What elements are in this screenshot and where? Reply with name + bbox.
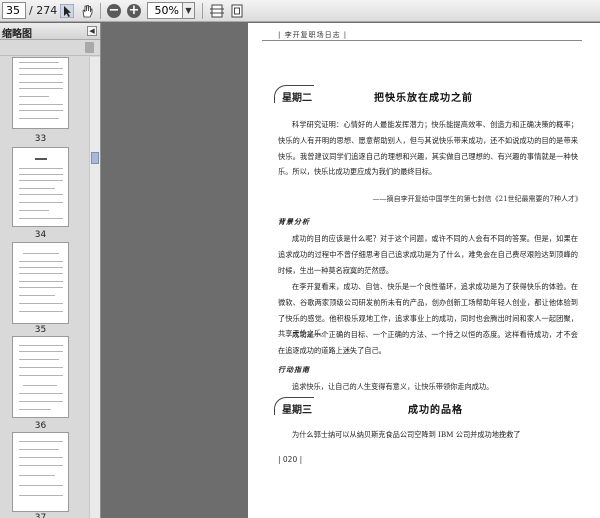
- page-number-input[interactable]: 35: [2, 2, 26, 19]
- running-head: | 李开复职场日志 |: [278, 31, 348, 39]
- sidebar-title: 缩略图: [2, 29, 32, 40]
- background-paragraph: 成功的目的应该是什么呢？对于这个问题，或许不同的人会有不同的答案。但是，如果在追…: [278, 234, 578, 275]
- select-tool-button[interactable]: [58, 2, 76, 20]
- source-quote: ——摘自李开复给中国学生的第七封信《21世纪最需要的7种人才》: [372, 195, 582, 203]
- sidebar-toolbar: [0, 40, 100, 56]
- toolbar-separator: [100, 3, 101, 19]
- thumbnail-label: 37: [34, 513, 47, 518]
- thumbnail-label: 35: [34, 325, 47, 335]
- background-paragraph: 成功是一个正确的目标、一个正确的方法、一个持之以恒的态度。这样看待成功，才不会在…: [278, 330, 578, 355]
- background-heading: 背景分析: [278, 217, 310, 226]
- toolbar: 35 / 274 − + 50% ▼: [0, 0, 600, 22]
- chevron-down-icon: ▼: [185, 6, 192, 15]
- header-divider: [262, 40, 582, 41]
- zoom-in-button[interactable]: +: [125, 2, 143, 20]
- thumbnail-label: 33: [34, 134, 47, 144]
- chevron-left-icon: ◀: [89, 27, 95, 35]
- toolbar-separator: [202, 3, 203, 19]
- fit-width-button[interactable]: [208, 2, 226, 20]
- document-canvas[interactable]: | 李开复职场日志 | 星期二 把快乐放在成功之前 科学研究证明：心情好的人最能…: [102, 23, 600, 518]
- fit-width-icon: [210, 4, 224, 18]
- plus-icon: +: [127, 3, 141, 18]
- total-pages-label: / 274: [29, 4, 58, 17]
- action-heading: 行动指南: [278, 365, 310, 374]
- section-title: 把快乐放在成功之前: [374, 93, 473, 104]
- intro-paragraph: 科学研究证明：心情好的人最能发挥潜力；快乐能提高效率、创造力和正确决策的概率；快…: [278, 120, 578, 177]
- fit-page-icon: [231, 4, 243, 18]
- section-title: 成功的品格: [408, 405, 463, 416]
- section-day-tag: 星期三: [282, 405, 312, 416]
- hand-tool-button[interactable]: [78, 2, 96, 20]
- collapse-sidebar-button[interactable]: ◀: [87, 26, 97, 36]
- page-number: | 020 |: [278, 455, 303, 464]
- thumbnail-page[interactable]: [12, 147, 69, 227]
- section-day-tag: 星期二: [282, 93, 312, 104]
- fit-page-button[interactable]: [228, 2, 246, 20]
- thumbnail-sidebar: 缩略图 ◀ 33 34 35 36 37: [0, 23, 101, 518]
- zoom-field[interactable]: 50%: [147, 2, 183, 19]
- zoom-out-button[interactable]: −: [105, 2, 123, 20]
- document-page: | 李开复职场日志 | 星期二 把快乐放在成功之前 科学研究证明：心情好的人最能…: [248, 23, 600, 518]
- sidebar-header: 缩略图 ◀: [0, 23, 100, 40]
- thumbnail-label: 34: [34, 230, 47, 240]
- thumbnail-page[interactable]: [12, 432, 69, 512]
- thumbnail-page[interactable]: [12, 57, 69, 129]
- trash-icon[interactable]: [85, 42, 94, 53]
- thumbnail-page[interactable]: [12, 336, 69, 418]
- scrollbar-thumb[interactable]: [91, 152, 99, 164]
- hand-icon: [82, 5, 93, 18]
- zoom-dropdown-button[interactable]: ▼: [183, 2, 195, 19]
- cursor-icon: [60, 4, 74, 18]
- body-paragraph: 为什么郭士纳可以从纳贝斯克食品公司空降到 IBM 公司并成功地挽救了: [292, 430, 521, 439]
- minus-icon: −: [107, 3, 121, 18]
- thumbnail-page-current[interactable]: [12, 242, 69, 324]
- sidebar-scrollbar[interactable]: [89, 57, 100, 518]
- action-paragraph: 追求快乐，让自己的人生变得有意义，让快乐带领你走向成功。: [292, 382, 494, 391]
- thumbnail-label: 36: [34, 421, 47, 431]
